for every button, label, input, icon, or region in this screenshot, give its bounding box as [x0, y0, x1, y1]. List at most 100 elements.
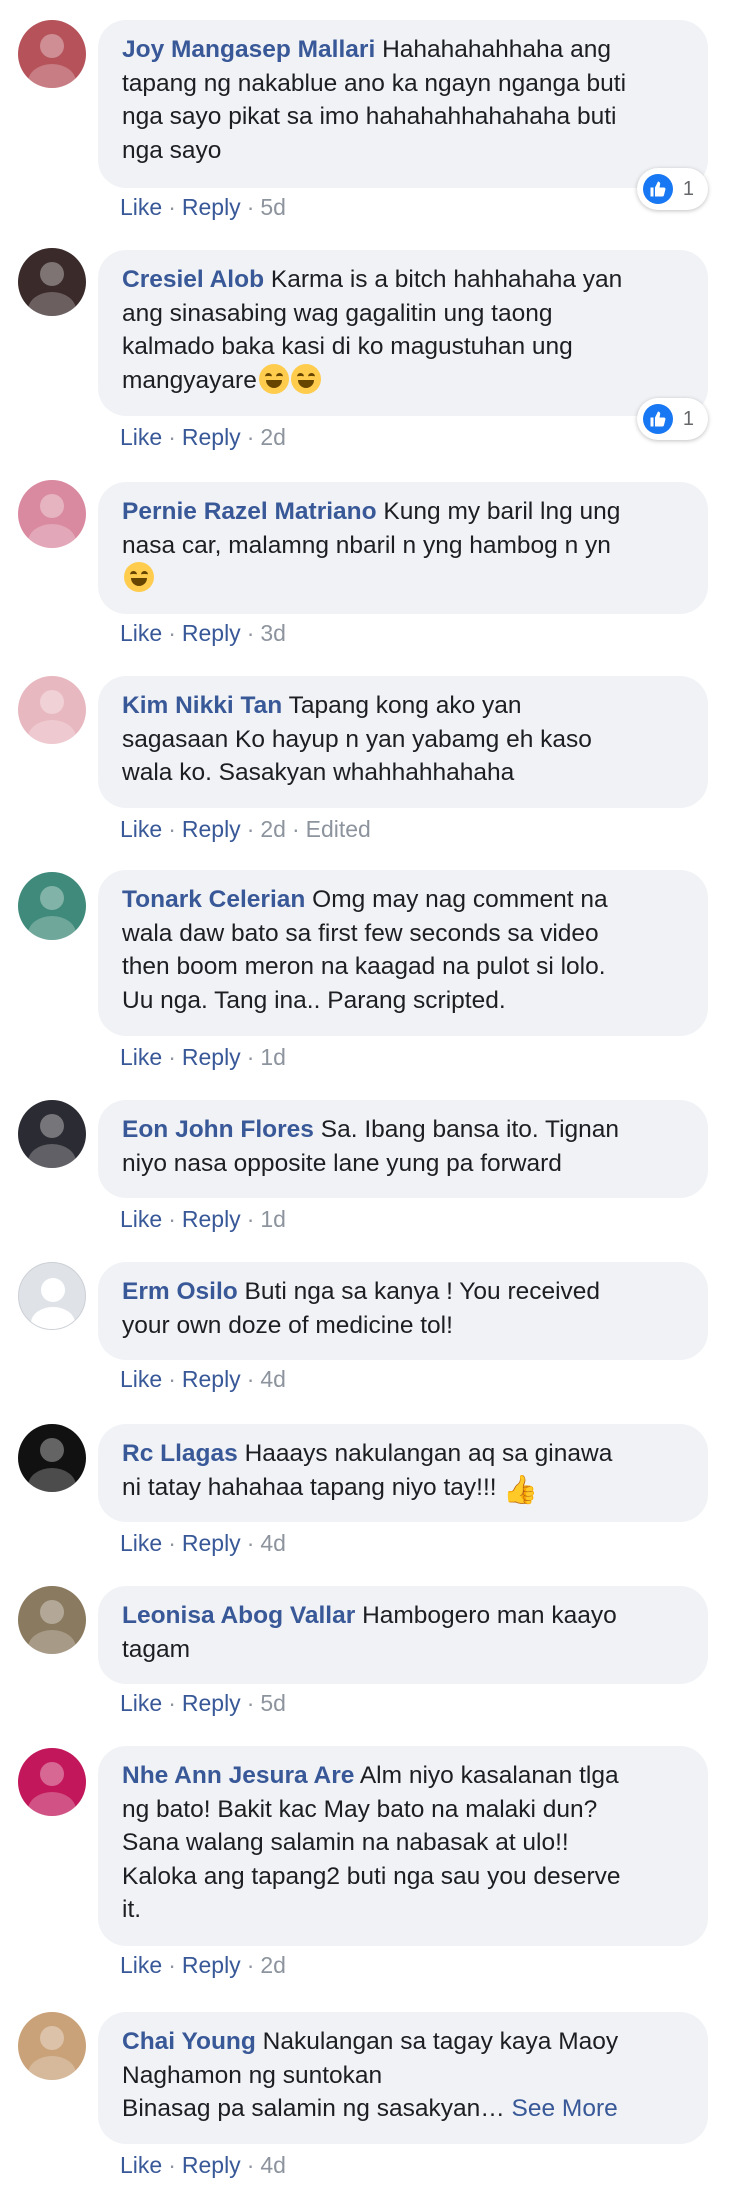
comment-timestamp[interactable]: 5d [260, 194, 286, 220]
thumbs-up-emoji: 👍 [503, 1473, 539, 1505]
like-link[interactable]: Like [120, 1530, 162, 1556]
avatar[interactable] [18, 872, 86, 940]
comment-actions: Like · Reply · 2d [120, 1950, 286, 1980]
comment-bubble: Tonark Celerian Omg may nag comment na w… [98, 870, 708, 1036]
separator-dot: · [168, 1690, 176, 1716]
reaction-number: 1 [682, 407, 694, 430]
like-link[interactable]: Like [120, 620, 162, 646]
comment-actions: Like · Reply · 4d [120, 1364, 286, 1394]
comment-actions: Like · Reply · 2d · Edited [120, 814, 371, 844]
comment-bubble: Leonisa Abog Vallar Hambogero man kaayo … [98, 1586, 708, 1684]
comment-timestamp[interactable]: 2d [260, 424, 286, 450]
like-link[interactable]: Like [120, 1044, 162, 1070]
avatar[interactable] [18, 1262, 86, 1330]
avatar[interactable] [18, 1424, 86, 1492]
comment-author[interactable]: Chai Young [122, 2028, 256, 2055]
separator-dot: · [291, 816, 300, 842]
reply-link[interactable]: Reply [182, 1044, 241, 1070]
reaction-count[interactable]: 1 [636, 398, 708, 440]
avatar[interactable] [18, 248, 86, 316]
avatar[interactable] [18, 1586, 86, 1654]
reply-link[interactable]: Reply [182, 1530, 241, 1556]
comment-timestamp[interactable]: 3d [260, 620, 286, 646]
comment-author[interactable]: Rc Llagas [122, 1440, 238, 1467]
like-link[interactable]: Like [120, 194, 162, 220]
comment-author[interactable]: Leonisa Abog Vallar [122, 1602, 355, 1629]
reply-link[interactable]: Reply [182, 816, 241, 842]
comment-timestamp[interactable]: 2d [260, 1952, 286, 1978]
comment-author[interactable]: Kim Nikki Tan [122, 692, 282, 719]
comment-bubble: Eon John Flores Sa. Ibang bansa ito. Tig… [98, 1100, 708, 1198]
avatar[interactable] [18, 676, 86, 744]
comment-bubble: Erm Osilo Buti nga sa kanya ! You receiv… [98, 1262, 708, 1360]
reply-link[interactable]: Reply [182, 194, 241, 220]
comment-author[interactable]: Tonark Celerian [122, 886, 305, 913]
like-link[interactable]: Like [120, 2152, 162, 2178]
avatar[interactable] [18, 480, 86, 548]
avatar[interactable] [18, 2012, 86, 2080]
laugh-emoji [124, 562, 154, 592]
separator-dot: · [168, 424, 176, 450]
reply-link[interactable]: Reply [182, 424, 241, 450]
like-link[interactable]: Like [120, 1690, 162, 1716]
separator-dot: · [168, 1530, 176, 1556]
reply-link[interactable]: Reply [182, 620, 241, 646]
like-link[interactable]: Like [120, 1952, 162, 1978]
like-reaction-icon [642, 174, 673, 204]
reply-link[interactable]: Reply [182, 1206, 241, 1232]
reply-link[interactable]: Reply [182, 1366, 241, 1392]
comment-author[interactable]: Nhe Ann Jesura Are [122, 1762, 354, 1789]
separator-dot: · [246, 1690, 255, 1716]
comment-timestamp[interactable]: 5d [260, 1690, 286, 1716]
separator-dot: · [168, 2152, 176, 2178]
reaction-number: 1 [682, 177, 694, 200]
comment-timestamp[interactable]: 1d [260, 1044, 286, 1070]
laugh-cry-emoji [258, 363, 289, 394]
comment-actions: Like · Reply · 3d [120, 618, 286, 648]
comment-timestamp[interactable]: 2d [260, 816, 286, 842]
comment-timestamp[interactable]: 4d [260, 2152, 286, 2178]
separator-dot: · [246, 194, 255, 220]
avatar[interactable] [18, 1100, 86, 1168]
comment-actions: Like · Reply · 4d [120, 1528, 286, 1558]
avatar[interactable] [18, 20, 86, 88]
separator-dot: · [168, 1044, 176, 1070]
separator-dot: · [246, 1206, 255, 1232]
comment-timestamp[interactable]: 4d [260, 1530, 286, 1556]
reply-link[interactable]: Reply [182, 2152, 241, 2178]
separator-dot: · [246, 424, 255, 450]
comment-timestamp[interactable]: 1d [260, 1206, 286, 1232]
see-more-link[interactable]: See More [512, 2095, 618, 2122]
comment-actions: Like · Reply · 1d [120, 1204, 286, 1234]
comment-bubble: Nhe Ann Jesura Are Alm niyo kasalanan tl… [98, 1746, 708, 1946]
comment-bubble: Chai Young Nakulangan sa tagay kaya Maoy… [98, 2012, 708, 2144]
comment-author[interactable]: Cresiel Alob [122, 266, 264, 293]
like-link[interactable]: Like [120, 1366, 162, 1392]
comment-author[interactable]: Erm Osilo [122, 1278, 238, 1305]
separator-dot: · [168, 620, 176, 646]
edited-label[interactable]: Edited [306, 816, 371, 842]
avatar[interactable] [18, 1748, 86, 1816]
comment-timestamp[interactable]: 4d [260, 1366, 286, 1392]
comment-bubble: Cresiel Alob Karma is a bitch hahhahaha … [98, 250, 708, 416]
separator-dot: · [246, 1530, 255, 1556]
separator-dot: · [246, 2152, 255, 2178]
like-link[interactable]: Like [120, 816, 162, 842]
comment-author[interactable]: Eon John Flores [122, 1116, 314, 1143]
separator-dot: · [168, 1952, 176, 1978]
separator-dot: · [168, 1206, 176, 1232]
reaction-count[interactable]: 1 [636, 168, 708, 210]
reply-link[interactable]: Reply [182, 1952, 241, 1978]
comment-bubble: Kim Nikki Tan Tapang kong ako yan sagasa… [98, 676, 708, 808]
like-link[interactable]: Like [120, 1206, 162, 1232]
comment-author[interactable]: Joy Mangasep Mallari [122, 36, 375, 63]
comment-bubble: Rc Llagas Haaays nakulangan aq sa ginawa… [98, 1424, 708, 1522]
reply-link[interactable]: Reply [182, 1690, 241, 1716]
like-link[interactable]: Like [120, 424, 162, 450]
comment-actions: Like · Reply · 1d [120, 1042, 286, 1072]
separator-dot: · [246, 816, 255, 842]
laugh-cry-emoji [290, 363, 321, 394]
separator-dot: · [168, 194, 176, 220]
comment-bubble: Pernie Razel Matriano Kung my baril lng … [98, 482, 708, 614]
comment-author[interactable]: Pernie Razel Matriano [122, 498, 377, 525]
